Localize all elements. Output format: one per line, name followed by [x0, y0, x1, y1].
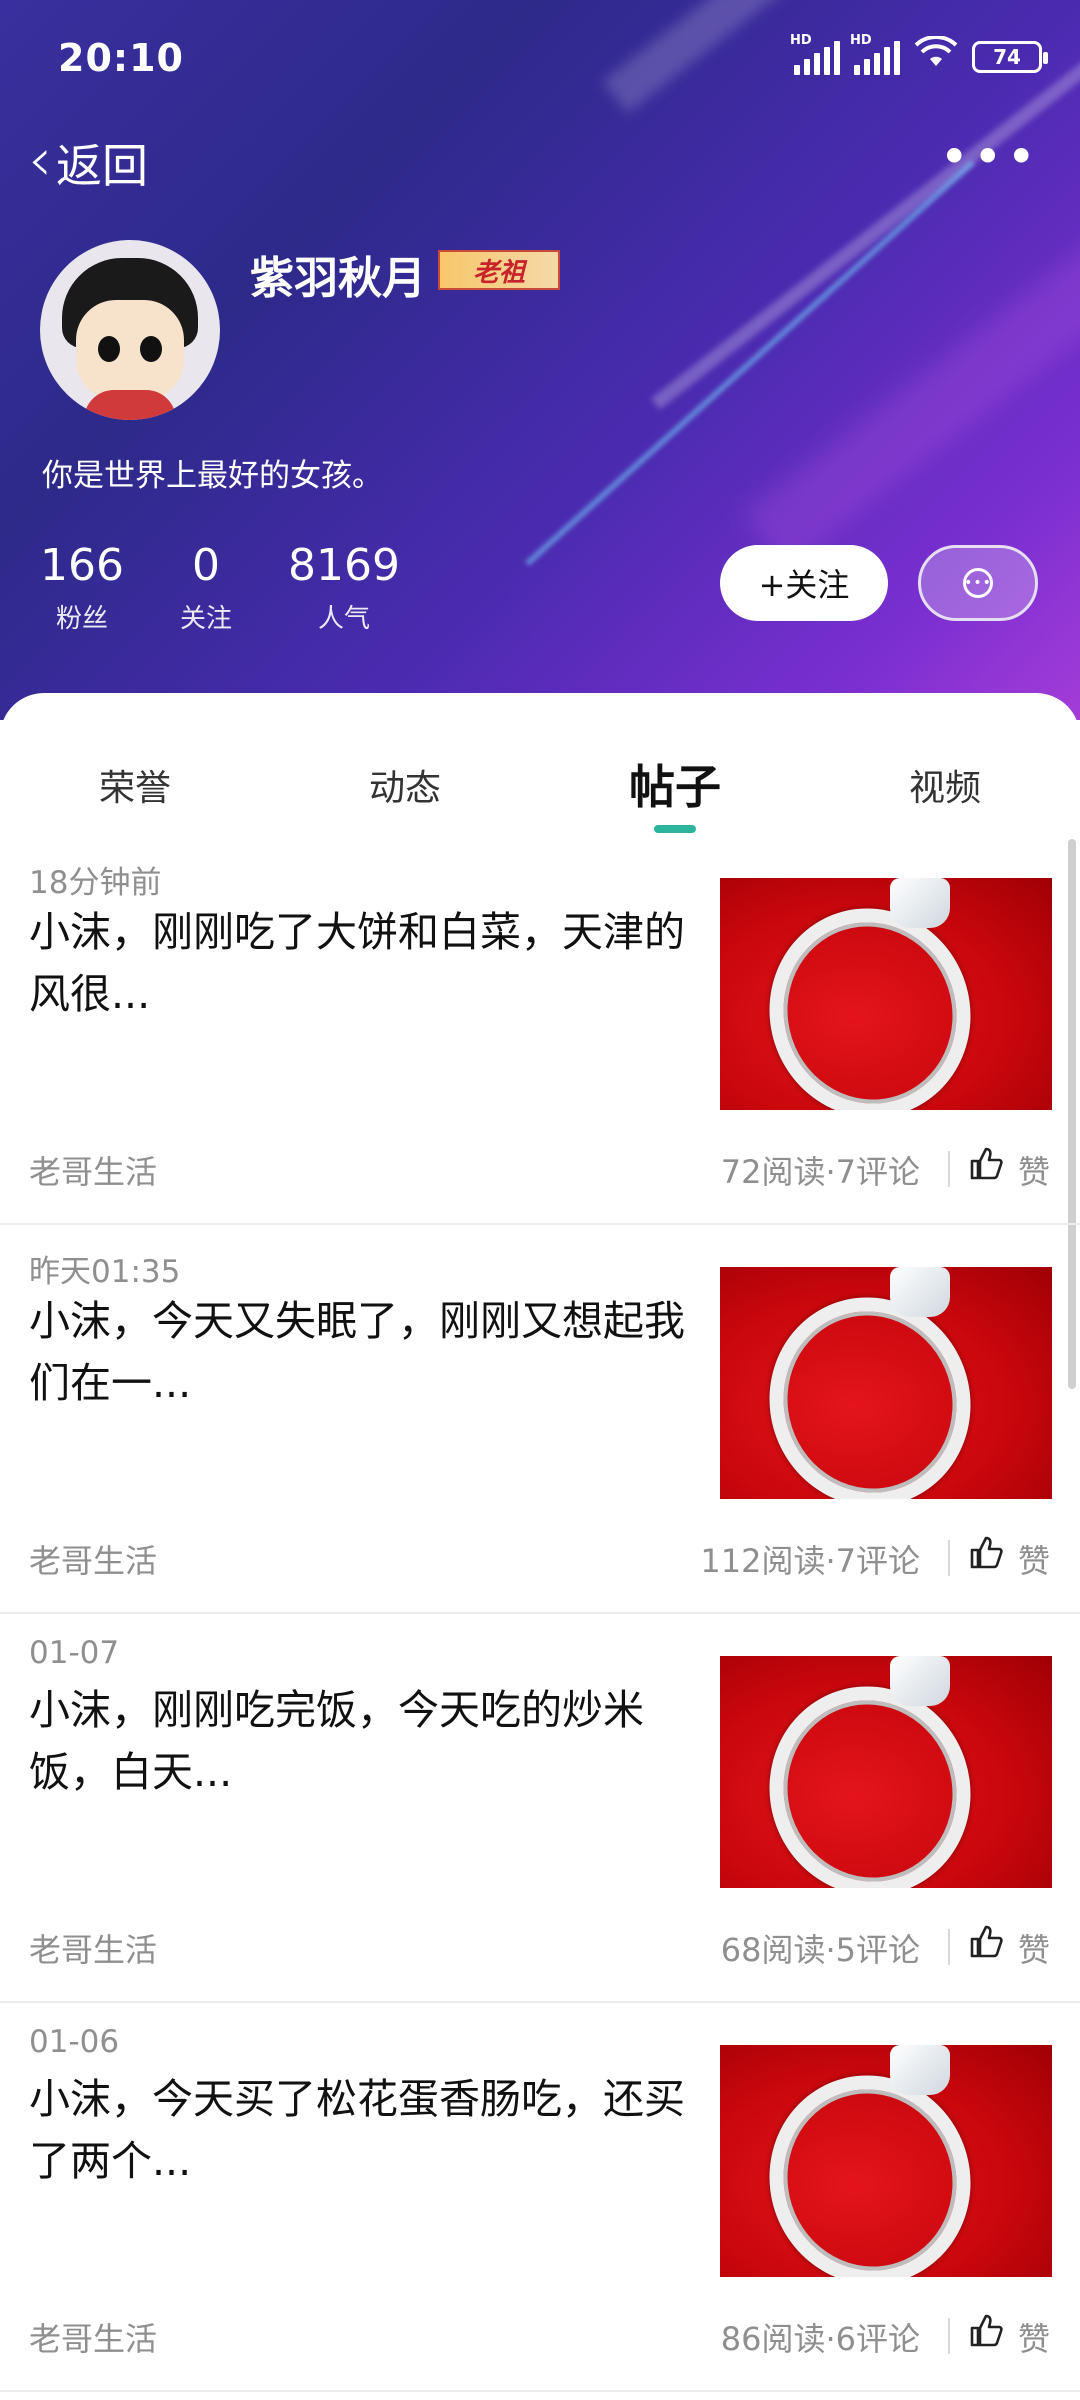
like-label[interactable]: 赞 [1018, 2314, 1050, 2360]
header-light-streak [525, 160, 975, 566]
chat-icon: ••• [963, 568, 993, 598]
like-label[interactable]: 赞 [1018, 1536, 1050, 1582]
post-author[interactable]: 老哥生活 [29, 2314, 157, 2360]
signature: 你是世界上最好的女孩。 [42, 458, 383, 494]
status-bar: 20:10 HD HD 74 [0, 0, 1080, 120]
post-item[interactable]: 18分钟前 小沫，刚刚吃了大饼和白菜，天津的风很... 老哥生活 72阅读·7评… [0, 835, 1080, 1225]
thumbs-up-icon[interactable] [968, 1145, 1004, 1190]
post-time: 01-06 [29, 2024, 120, 2060]
post-author[interactable]: 老哥生活 [29, 1536, 157, 1582]
back-button[interactable]: ‹ 返回 [28, 130, 148, 196]
stat-following[interactable]: 0 关注 [180, 540, 232, 635]
cell-signal-icon: HD [790, 33, 840, 75]
post-item[interactable]: 01-06 小沫，今天买了松花蛋香肠吃，还买了两个... 老哥生活 86阅读·6… [0, 2002, 1080, 2392]
tab-posts[interactable]: 帖子 [575, 751, 775, 817]
cell-signal-icon: HD [850, 33, 900, 75]
post-title[interactable]: 小沫，今天又失眠了，刚刚又想起我们在一... [29, 1290, 701, 1414]
follow-button[interactable]: +关注 [720, 545, 888, 621]
post-time: 18分钟前 [29, 865, 162, 901]
like-label[interactable]: 赞 [1018, 1925, 1050, 1971]
rank-badge: 老祖 [438, 250, 560, 290]
post-thumbnail[interactable] [720, 878, 1052, 1110]
tab-honor[interactable]: 荣誉 [35, 759, 235, 811]
post-thumbnail[interactable] [720, 1267, 1052, 1499]
post-title[interactable]: 小沫，刚刚吃完饭，今天吃的炒米饭，白天... [29, 1679, 701, 1803]
post-item[interactable]: 01-07 小沫，刚刚吃完饭，今天吃的炒米饭，白天... 老哥生活 68阅读·5… [0, 1613, 1080, 2003]
tab-activity[interactable]: 动态 [305, 759, 505, 811]
post-thumbnail[interactable] [720, 1656, 1052, 1888]
avatar[interactable] [40, 240, 220, 420]
divider [948, 1151, 950, 1187]
chevron-left-icon: ‹ [28, 125, 52, 195]
like-label[interactable]: 赞 [1018, 1147, 1050, 1193]
more-options-icon[interactable]: ••• [940, 128, 1040, 186]
tab-videos[interactable]: 视频 [845, 759, 1045, 811]
content-panel: 荣誉 动态 帖子 视频 18分钟前 小沫，刚刚吃了大饼和白菜，天津的风很... … [0, 693, 1080, 2400]
divider [948, 2318, 950, 2354]
message-button[interactable]: ••• [918, 545, 1038, 621]
thumbs-up-icon[interactable] [968, 2312, 1004, 2357]
post-title[interactable]: 小沫，今天买了松花蛋香肠吃，还买了两个... [29, 2068, 701, 2192]
post-item[interactable]: 昨天01:35 小沫，今天又失眠了，刚刚又想起我们在一... 老哥生活 112阅… [0, 1224, 1080, 1614]
post-stats: 68阅读·5评论 [720, 1931, 920, 1969]
post-author[interactable]: 老哥生活 [29, 1147, 157, 1193]
post-title[interactable]: 小沫，刚刚吃了大饼和白菜，天津的风很... [29, 901, 701, 1025]
divider [948, 1929, 950, 1965]
status-time: 20:10 [58, 36, 184, 80]
active-tab-indicator [654, 825, 696, 833]
post-thumbnail[interactable] [720, 2045, 1052, 2277]
post-time: 昨天01:35 [29, 1254, 181, 1290]
post-author[interactable]: 老哥生活 [29, 1925, 157, 1971]
status-icons: HD HD 74 [790, 33, 1048, 77]
post-stats: 86阅读·6评论 [720, 2320, 920, 2358]
thumbs-up-icon[interactable] [968, 1534, 1004, 1579]
battery-icon: 74 [972, 40, 1048, 73]
tab-bar: 荣誉 动态 帖子 视频 [0, 693, 1080, 833]
thumbs-up-icon[interactable] [968, 1923, 1004, 1968]
profile-header: 20:10 HD HD 74 ‹ 返回 ••• 紫羽秋月 老祖 你是世界上最好的… [0, 0, 1080, 720]
wifi-icon [914, 35, 958, 77]
post-stats: 72阅读·7评论 [720, 1153, 920, 1191]
profile-stats: 166 粉丝 0 关注 8169 人气 [40, 540, 456, 635]
nickname: 紫羽秋月 [250, 253, 426, 304]
stat-fans[interactable]: 166 粉丝 [40, 540, 124, 635]
post-stats: 112阅读·7评论 [700, 1542, 920, 1580]
post-time: 01-07 [29, 1635, 120, 1671]
divider [948, 1540, 950, 1576]
back-label: 返回 [56, 139, 148, 193]
stat-popularity: 8169 人气 [288, 540, 400, 634]
